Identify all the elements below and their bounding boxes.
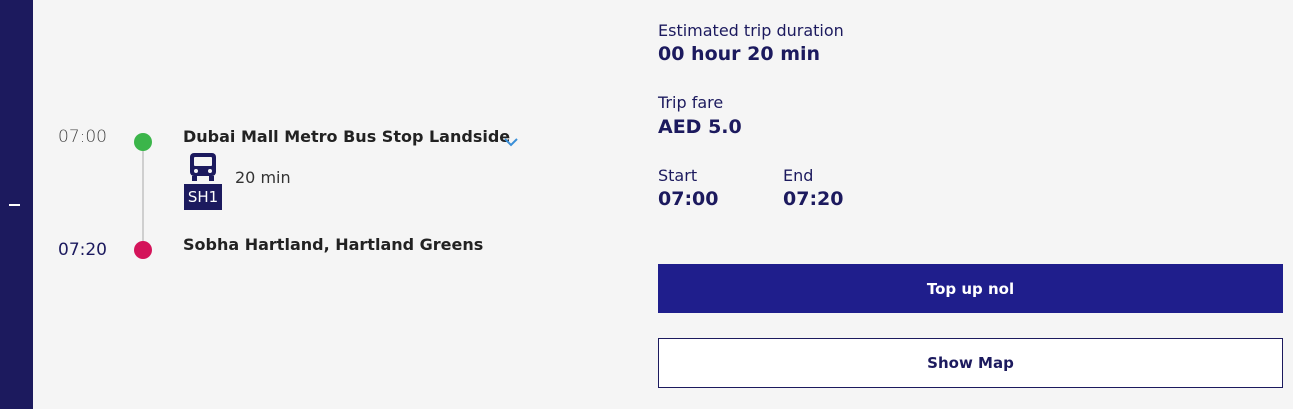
route-badge: SH1 — [184, 184, 222, 210]
arrival-time: 07:20 — [58, 240, 107, 260]
side-panel-bar — [0, 0, 33, 409]
duration-value: 00 hour 20 min — [658, 43, 821, 65]
end-label: End — [783, 166, 814, 185]
origin-stop-name: Dubai Mall Metro Bus Stop Landside — [183, 127, 511, 146]
start-label: Start — [658, 166, 698, 185]
chevron-down-icon[interactable] — [503, 134, 519, 148]
bus-icon — [187, 152, 219, 182]
destination-stop-name: Sobha Hartland, Hartland Greens — [183, 235, 484, 254]
timeline-line — [142, 142, 144, 250]
start-value: 07:00 — [658, 188, 719, 210]
fare-label: Trip fare — [658, 93, 724, 112]
end-value: 07:20 — [783, 188, 844, 210]
leg-duration: 20 min — [235, 168, 291, 187]
duration-label: Estimated trip duration — [658, 21, 844, 40]
show-map-button[interactable]: Show Map — [658, 338, 1283, 388]
origin-dot-icon — [134, 133, 152, 151]
collapse-icon[interactable] — [9, 204, 20, 206]
departure-time: 07:00 — [58, 127, 107, 147]
fare-value: AED 5.0 — [658, 116, 742, 138]
destination-dot-icon — [134, 241, 152, 259]
top-up-nol-button[interactable]: Top up nol — [658, 264, 1283, 313]
